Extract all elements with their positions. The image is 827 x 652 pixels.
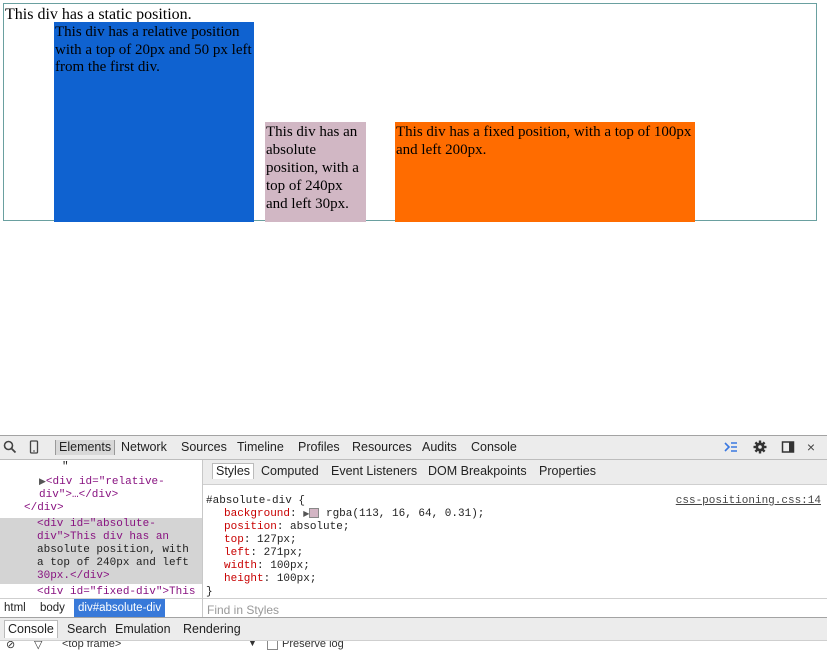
tab-network[interactable]: Network [121, 440, 167, 455]
relative-div: This div has a relative position with a … [54, 22, 254, 222]
chevron-down-icon[interactable]: ▼ [248, 641, 257, 648]
gear-icon[interactable] [753, 440, 767, 454]
filter-icon[interactable]: ▽ [34, 641, 42, 651]
tab-timeline[interactable]: Timeline [237, 440, 284, 455]
tree-line: 30px.</div> [37, 570, 110, 582]
color-swatch-icon[interactable] [309, 508, 320, 519]
breadcrumb-html[interactable]: html [0, 599, 30, 618]
close-icon[interactable]: × [804, 440, 818, 454]
breadcrumb-body[interactable]: body [36, 599, 69, 618]
tree-line: div">…</div> [39, 489, 119, 501]
tab-profiles[interactable]: Profiles [298, 440, 340, 455]
tab-sources[interactable]: Sources [181, 440, 227, 455]
css-property[interactable]: height: 100px; [224, 573, 316, 586]
css-property[interactable]: background: ▶ rgba(113, 16, 64, 0.31); [224, 508, 484, 521]
tab-audits[interactable]: Audits [422, 440, 457, 455]
tree-line-fixed-div[interactable]: <div id="fixed-div">This [37, 586, 202, 598]
tab-styles[interactable]: Styles [212, 463, 255, 479]
find-in-styles-input[interactable]: Find in Styles [203, 598, 827, 617]
styles-sidebar: Styles Computed Event Listeners DOM Brea… [203, 460, 827, 598]
tab-dom-breakpoints[interactable]: DOM Breakpoints [428, 464, 527, 479]
css-property[interactable]: top: 127px; [224, 534, 297, 547]
clear-console-icon[interactable]: ⊘ [6, 641, 15, 651]
tab-console[interactable]: Console [471, 440, 517, 455]
tab-computed[interactable]: Computed [261, 464, 319, 479]
drawer-tab-console[interactable]: Console [4, 620, 58, 638]
rule-selector: #absolute-div { [206, 495, 306, 507]
rule-close-brace: } [206, 586, 213, 598]
expand-arrow-icon[interactable]: ▶ [39, 477, 46, 487]
elements-tree[interactable]: " ▶<div id="relative- div">…</div> </div… [0, 460, 203, 598]
drawer-tab-rendering[interactable]: Rendering [183, 622, 241, 637]
css-property[interactable]: position: absolute; [224, 521, 349, 534]
absolute-div: This div has an absolute position, with … [265, 122, 366, 222]
breadcrumb-absolute-div[interactable]: div#absolute-div [74, 599, 166, 618]
css-property[interactable]: width: 100px; [224, 560, 310, 573]
tab-resources[interactable]: Resources [352, 440, 412, 455]
console-toolbar: ⊘ ▽ <top frame> ▼ Preserve log [0, 641, 827, 652]
dock-icon[interactable] [781, 440, 795, 454]
preserve-log-checkbox[interactable] [267, 641, 278, 650]
tab-event-listeners[interactable]: Event Listeners [331, 464, 417, 479]
devtools-panel: Elements Network Sources Timeline Profil… [0, 435, 827, 652]
tree-line-absolute-div[interactable]: <div id="absolute- [37, 518, 202, 531]
tree-line-relative-div[interactable]: ▶<div id="relative- [39, 476, 202, 489]
tree-line: absolute position, with [37, 544, 189, 556]
device-icon[interactable] [27, 440, 41, 454]
search-icon[interactable] [3, 440, 17, 454]
rule-source-link[interactable]: css-positioning.css:14 [676, 495, 821, 508]
drawer-tab-search[interactable]: Search [67, 622, 107, 637]
static-div-text: This div has a static position. [5, 6, 192, 23]
tab-properties[interactable]: Properties [539, 464, 596, 479]
preserve-log-label: Preserve log [282, 641, 344, 650]
styles-tabs: Styles Computed Event Listeners DOM Brea… [203, 460, 827, 485]
drawer-icon[interactable] [724, 440, 738, 454]
breadcrumb: html body div#absolute-div [0, 598, 203, 618]
tab-elements[interactable]: Elements [55, 440, 116, 455]
tree-line: " [62, 461, 69, 473]
frame-selector[interactable]: <top frame> [62, 641, 121, 650]
devtools-toolbar: Elements Network Sources Timeline Profil… [0, 436, 827, 460]
tree-line: </div> [24, 502, 64, 514]
fixed-div: This div has a fixed position, with a to… [395, 122, 695, 222]
drawer-tabs: Console Search Emulation Rendering [0, 617, 827, 641]
css-property[interactable]: left: 271px; [224, 547, 303, 560]
page-viewport: This div has a static position. This div… [0, 0, 827, 435]
tree-line: div">This div has an [37, 531, 170, 543]
drawer-tab-emulation[interactable]: Emulation [115, 622, 171, 637]
tree-line: a top of 240px and left [37, 557, 189, 569]
